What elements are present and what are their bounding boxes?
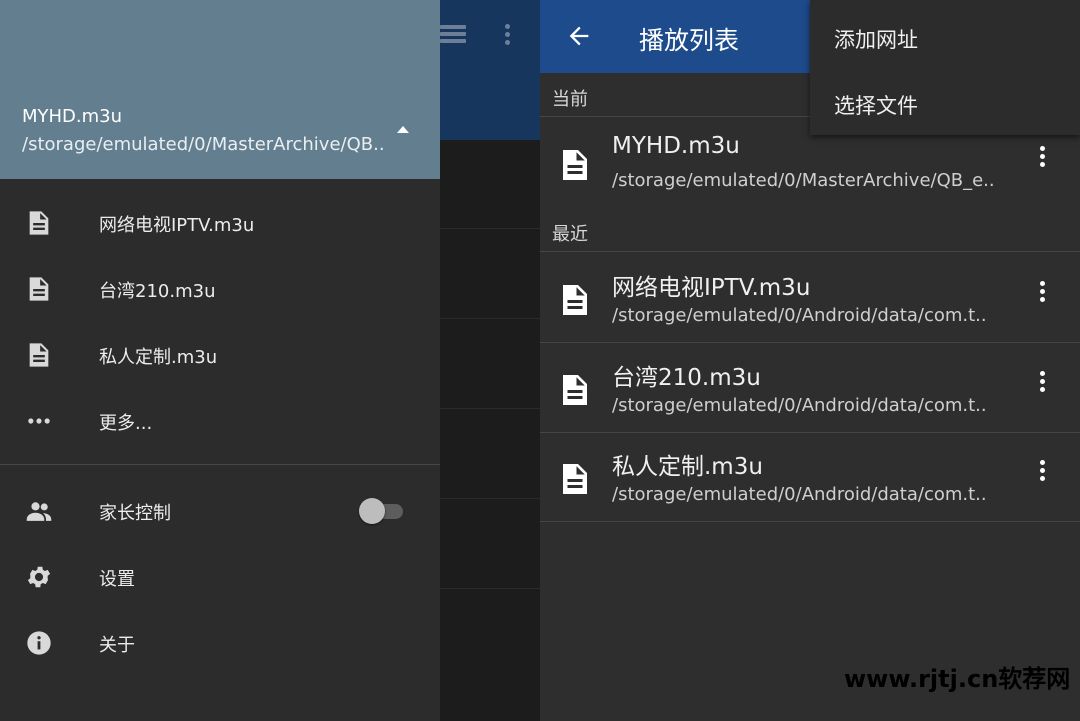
drawer-item-label: 台湾210.m3u bbox=[99, 281, 216, 302]
more-vertical-icon[interactable] bbox=[1028, 460, 1056, 490]
list-item-title: MYHD.m3u bbox=[612, 133, 740, 159]
more-horizontal-icon bbox=[28, 418, 50, 424]
menu-item-select-file[interactable]: 选择文件 bbox=[810, 68, 1080, 134]
file-icon bbox=[563, 150, 587, 180]
menu-item-label: 添加网址 bbox=[834, 28, 918, 52]
drawer-item-label: 关于 bbox=[99, 635, 135, 656]
list-item[interactable]: 私人定制.m3u /storage/emulated/0/Android/dat… bbox=[540, 431, 1080, 521]
drawer-item-label: 更多... bbox=[99, 413, 153, 434]
drawer-item-playlist-1[interactable]: 网络电视IPTV.m3u bbox=[0, 190, 440, 256]
file-icon bbox=[29, 277, 49, 301]
list-item-path: /storage/emulated/0/Android/data/com.t.. bbox=[612, 484, 987, 505]
toggle-knob bbox=[359, 498, 385, 524]
list-item-title: 网络电视IPTV.m3u bbox=[612, 275, 811, 301]
right-screen: 播放列表 当前 MYHD.m3u /storage/emulated/0/Mas… bbox=[540, 0, 1080, 721]
back-arrow-icon[interactable] bbox=[564, 22, 594, 50]
list-item[interactable]: 台湾210.m3u /storage/emulated/0/Android/da… bbox=[540, 342, 1080, 432]
section-header-recent: 最近 bbox=[552, 224, 588, 245]
drawer-playlist-title: MYHD.m3u bbox=[22, 106, 123, 127]
gear-icon bbox=[27, 566, 51, 588]
navigation-drawer: MYHD.m3u /storage/emulated/0/MasterArchi… bbox=[0, 0, 440, 721]
info-icon bbox=[27, 631, 51, 655]
watermark-text: www.rjtj.cn软荐网 bbox=[844, 665, 1071, 693]
background-row-divider bbox=[440, 408, 540, 409]
list-divider bbox=[540, 521, 1080, 522]
file-icon bbox=[563, 285, 587, 315]
file-icon bbox=[29, 211, 49, 235]
background-row-divider bbox=[440, 498, 540, 499]
people-icon bbox=[26, 502, 52, 521]
drawer-item-settings[interactable]: 设置 bbox=[0, 544, 440, 610]
menu-item-add-url[interactable]: 添加网址 bbox=[810, 2, 1080, 68]
page-title: 播放列表 bbox=[639, 26, 740, 55]
drawer-playlist-path: /storage/emulated/0/MasterArchive/QB.. bbox=[22, 134, 385, 155]
caret-up-icon[interactable] bbox=[397, 126, 409, 133]
list-item-title: 私人定制.m3u bbox=[612, 454, 763, 480]
list-item-path: /storage/emulated/0/Android/data/com.t.. bbox=[612, 305, 987, 326]
file-icon bbox=[563, 464, 587, 494]
drawer-item-more[interactable]: 更多... bbox=[0, 388, 440, 454]
left-screen: MYHD.m3u /storage/emulated/0/MasterArchi… bbox=[0, 0, 540, 721]
more-vertical-icon[interactable] bbox=[1028, 371, 1056, 401]
drawer-item-label: 网络电视IPTV.m3u bbox=[99, 215, 255, 236]
drawer-item-playlist-3[interactable]: 私人定制.m3u bbox=[0, 322, 440, 388]
drawer-item-label: 家长控制 bbox=[99, 503, 171, 524]
more-vertical-icon[interactable] bbox=[1028, 281, 1056, 311]
overflow-menu-icon[interactable] bbox=[505, 24, 513, 48]
drawer-item-playlist-2[interactable]: 台湾210.m3u bbox=[0, 256, 440, 322]
list-item-path: /storage/emulated/0/Android/data/com.t.. bbox=[612, 395, 987, 416]
list-item-title: 台湾210.m3u bbox=[612, 365, 761, 391]
list-item[interactable]: 网络电视IPTV.m3u /storage/emulated/0/Android… bbox=[540, 252, 1080, 342]
file-icon bbox=[29, 343, 49, 367]
menu-item-label: 选择文件 bbox=[834, 94, 918, 118]
drawer-item-about[interactable]: 关于 bbox=[0, 610, 440, 676]
drawer-item-label: 设置 bbox=[99, 569, 135, 590]
list-item-path: /storage/emulated/0/MasterArchive/QB_e.. bbox=[612, 170, 995, 191]
file-icon bbox=[563, 375, 587, 405]
drawer-item-label: 私人定制.m3u bbox=[99, 347, 218, 368]
parental-control-toggle[interactable] bbox=[359, 498, 403, 524]
background-row-divider bbox=[440, 588, 540, 589]
background-row-divider bbox=[440, 228, 540, 229]
drawer-divider bbox=[0, 464, 440, 465]
background-row-divider bbox=[440, 318, 540, 319]
drawer-header[interactable]: MYHD.m3u /storage/emulated/0/MasterArchi… bbox=[0, 0, 440, 179]
section-header-current: 当前 bbox=[552, 89, 588, 110]
list-view-icon[interactable] bbox=[440, 25, 466, 45]
overflow-popup-menu: 添加网址 选择文件 bbox=[810, 0, 1080, 135]
more-vertical-icon[interactable] bbox=[1028, 146, 1056, 176]
